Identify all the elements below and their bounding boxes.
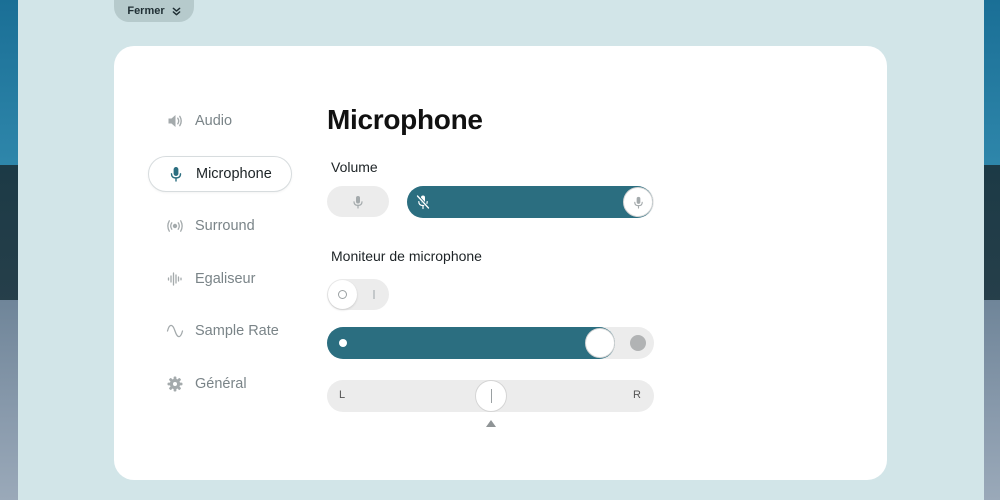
close-button-label: Fermer (127, 5, 165, 17)
sidebar-item-label: Surround (195, 218, 255, 234)
sine-wave-icon (166, 322, 184, 340)
desktop-wallpaper-right (982, 0, 1000, 500)
sidebar-item-sample-rate[interactable]: Sample Rate (148, 313, 292, 349)
page-title: Microphone (327, 104, 483, 135)
balance-left-label: L (339, 389, 346, 401)
mute-button[interactable] (327, 186, 389, 217)
sidebar-item-label: Audio (195, 113, 233, 129)
balance-right-label: R (633, 389, 641, 401)
microphone-off-icon (416, 194, 430, 210)
balance-center-marker (485, 420, 496, 427)
gear-icon (166, 375, 184, 393)
microphone-icon (633, 196, 643, 209)
sidebar-item-egaliseur[interactable]: Egaliseur (148, 261, 292, 297)
close-button[interactable]: Fermer (114, 0, 194, 22)
sidebar-item-label: Microphone (196, 165, 272, 182)
monitor-label: Moniteur de microphone (331, 248, 482, 264)
equalizer-icon (166, 270, 184, 288)
sidebar-item-label: Général (195, 375, 247, 392)
balance-slider[interactable]: L R (327, 380, 654, 412)
sidebar-item-microphone[interactable]: Microphone (148, 155, 292, 192)
surround-icon (166, 217, 184, 235)
speaker-icon (166, 112, 184, 130)
settings-card: Audio Microphone Surround Egaliseur Samp… (114, 46, 887, 480)
chevron-double-down-icon (172, 7, 181, 15)
toggle-on-indicator (373, 290, 375, 299)
volume-label: Volume (331, 159, 378, 175)
volume-slider-fill (407, 186, 653, 218)
monitor-level-handle[interactable] (584, 328, 615, 358)
monitor-toggle[interactable] (327, 279, 389, 310)
sidebar-item-general[interactable]: Général (148, 366, 292, 402)
balance-slider-handle[interactable] (474, 380, 507, 412)
monitor-level-fill (327, 327, 615, 359)
max-level-dot-icon (630, 335, 646, 351)
volume-slider[interactable] (407, 186, 654, 218)
volume-slider-handle[interactable] (623, 187, 653, 217)
toggle-knob (328, 280, 357, 309)
microphone-icon (167, 165, 185, 183)
sidebar-item-label: Sample Rate (195, 323, 279, 339)
level-dot-icon (339, 339, 347, 347)
sidebar-item-surround[interactable]: Surround (148, 208, 292, 244)
microphone-icon (353, 195, 363, 209)
monitor-level-slider[interactable] (327, 327, 654, 359)
sidebar-item-audio[interactable]: Audio (148, 103, 292, 139)
desktop-wallpaper-left (0, 0, 20, 500)
settings-sidebar: Audio Microphone Surround Egaliseur Samp… (148, 103, 292, 418)
sidebar-item-label: Egaliseur (195, 270, 256, 287)
